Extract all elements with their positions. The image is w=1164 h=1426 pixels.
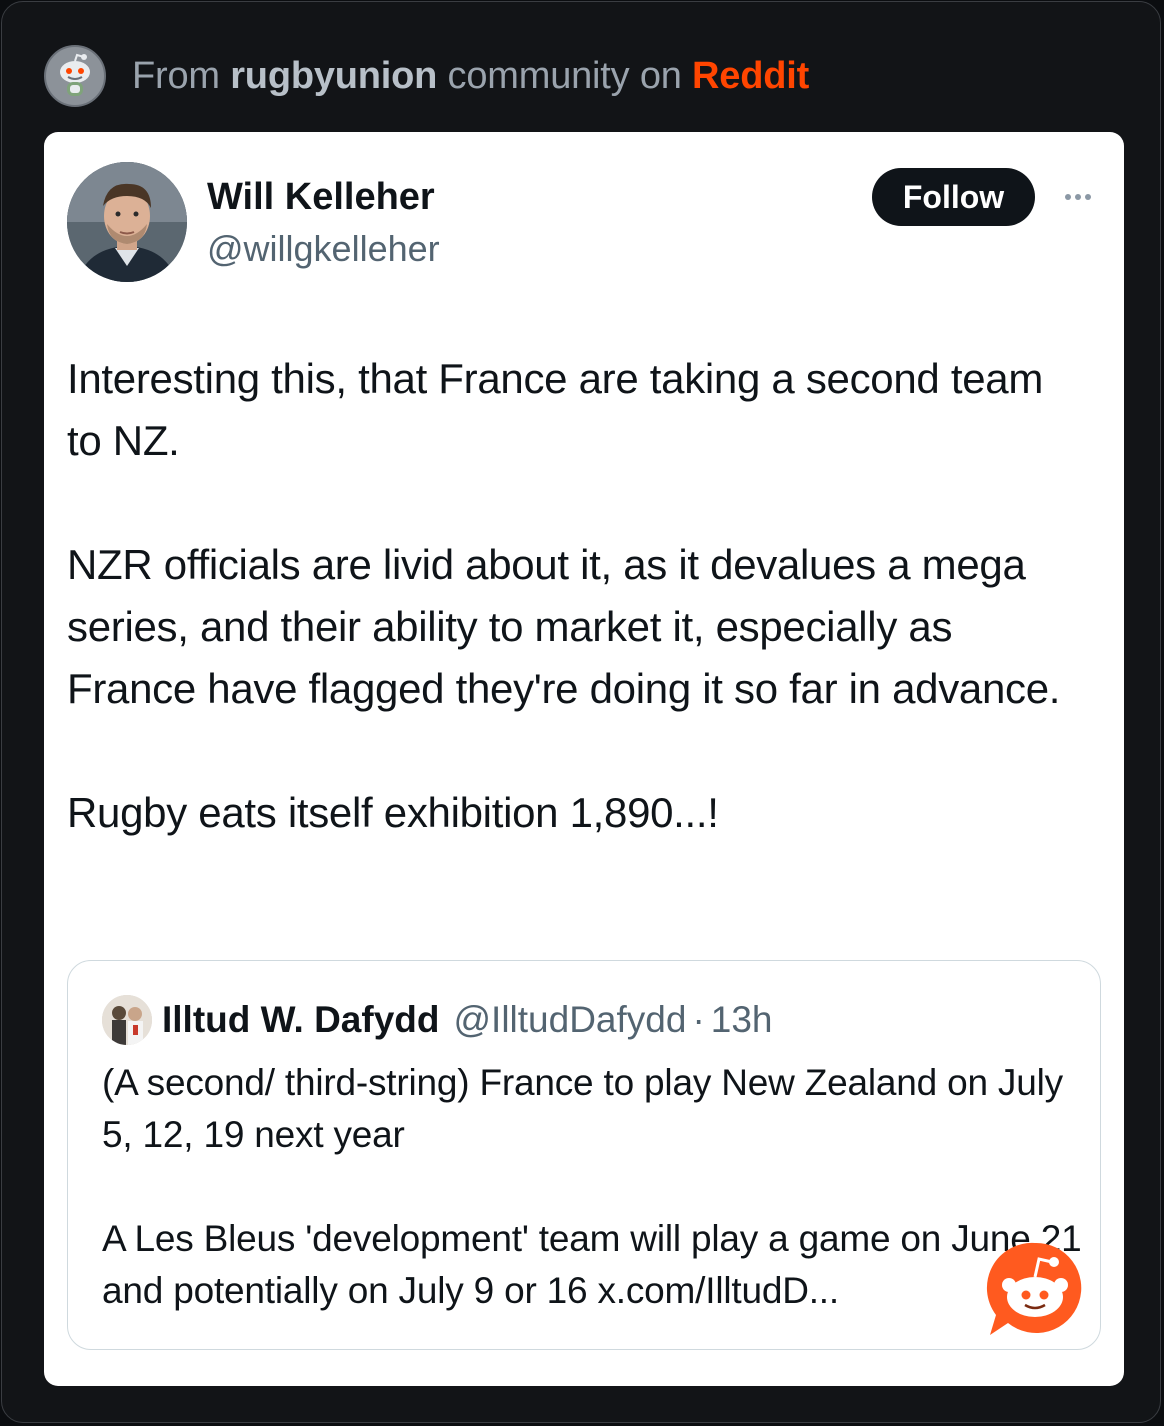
author-name[interactable]: Will Kelleher: [207, 176, 435, 219]
separator-dot: ·: [692, 999, 705, 1040]
follow-button[interactable]: Follow: [872, 168, 1035, 226]
source-attribution[interactable]: From rugbyunion community on Reddit: [44, 44, 809, 108]
dot: [1065, 194, 1071, 200]
quoted-tweet-header: Illtud W. Dafydd @IlltudDafydd · 13h: [102, 995, 773, 1045]
author-handle[interactable]: @willgkelleher: [207, 228, 440, 270]
source-text: From rugbyunion community on Reddit: [132, 55, 809, 98]
tweet-paragraph: Rugby eats itself exhibition 1,890...!: [67, 789, 719, 836]
quoted-paragraph: (A second/ third-string) France to play …: [102, 1062, 1063, 1155]
tweet-paragraph: Interesting this, that France are taking…: [67, 355, 1044, 464]
dot: [1085, 194, 1091, 200]
quoted-author-name: Illtud W. Dafydd: [162, 999, 440, 1040]
reddit-badge-icon: [982, 1235, 1088, 1341]
tweet-paragraph: NZR officials are livid about it, as it …: [67, 541, 1061, 712]
more-dots-icon[interactable]: [1056, 182, 1100, 212]
community-link[interactable]: rugbyunion: [230, 55, 437, 97]
quoted-paragraph: A Les Bleus 'development' team will play…: [102, 1218, 1082, 1311]
author-avatar[interactable]: [67, 162, 187, 282]
quoted-tweet-body: (A second/ third-string) France to play …: [102, 1057, 1082, 1317]
dot: [1075, 194, 1081, 200]
quoted-author-handle: @IlltudDafydd: [453, 999, 687, 1040]
reddit-snoo-icon: [44, 45, 106, 107]
source-middle: community on: [447, 54, 682, 97]
quoted-tweet[interactable]: Illtud W. Dafydd @IlltudDafydd · 13h (A …: [67, 960, 1101, 1350]
tweet-body: Interesting this, that France are taking…: [67, 348, 1087, 844]
embed-frame: From rugbyunion community on Reddit Will: [1, 1, 1161, 1423]
source-prefix: From: [132, 54, 220, 97]
quoted-timestamp: 13h: [710, 999, 773, 1040]
tweet-card: Will Kelleher @willgkelleher Follow Inte…: [44, 132, 1124, 1386]
quoted-author-avatar: [102, 995, 152, 1045]
reddit-link[interactable]: Reddit: [692, 55, 809, 97]
